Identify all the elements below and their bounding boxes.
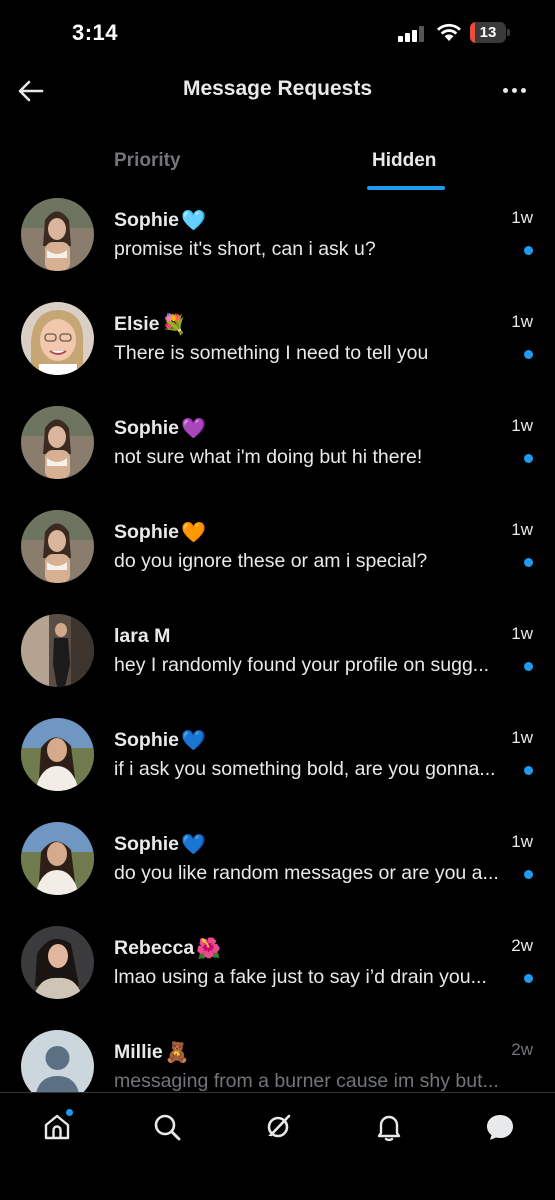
name-emoji: 💙 <box>181 728 206 752</box>
active-tab-indicator <box>367 186 445 190</box>
message-preview: messaging from a burner cause im shy but… <box>114 1070 499 1092</box>
messages-icon <box>487 1115 513 1140</box>
avatar[interactable] <box>21 406 94 479</box>
sender-name: Sophie <box>114 416 180 439</box>
conversation-row[interactable]: Sophie 🩵 1w promise it's short, can i ask… <box>0 192 555 296</box>
wifi-icon <box>436 22 462 42</box>
sender-name: Sophie <box>114 832 180 855</box>
timestamp: 1w <box>511 520 533 539</box>
conversation-row[interactable]: Sophie 💙 1w if i ask you something bold, … <box>0 712 555 816</box>
more-horizontal-icon <box>502 87 508 93</box>
conversation-list: Sophie 🩵 1w promise it's short, can i ask… <box>0 192 555 1092</box>
name-emoji: 💜 <box>181 416 206 440</box>
timestamp: 2w <box>511 1040 533 1059</box>
conversation-row[interactable]: lara M 1w hey I randomly found your prof… <box>0 608 555 712</box>
avatar[interactable] <box>21 926 94 999</box>
nav-notifications[interactable] <box>369 1107 409 1147</box>
battery-percent: 13 <box>479 24 497 41</box>
unread-indicator <box>524 766 533 775</box>
timestamp: 1w <box>511 208 533 227</box>
unread-indicator <box>524 662 533 671</box>
name-emoji: 🌺 <box>196 936 222 960</box>
avatar[interactable] <box>21 510 94 583</box>
cellular-signal-icon <box>398 26 426 42</box>
name-emoji: 🩵 <box>181 208 206 232</box>
message-preview: if i ask you something bold, are you gon… <box>114 758 496 780</box>
sender-name: Millie <box>114 1040 163 1063</box>
unread-indicator <box>524 454 533 463</box>
unread-indicator <box>524 350 533 359</box>
grok-icon <box>263 1114 291 1142</box>
sender-name: Elsie <box>114 312 160 335</box>
tab-bar: Priority Hidden <box>0 136 555 192</box>
conversation-row[interactable]: Millie 🧸 2w messaging from a burner cause… <box>0 1024 555 1092</box>
nav-search[interactable] <box>147 1107 187 1147</box>
unread-indicator <box>524 974 533 983</box>
timestamp: 1w <box>511 416 533 435</box>
avatar[interactable] <box>21 822 94 895</box>
timestamp: 1w <box>511 624 533 643</box>
search-icon <box>154 1114 181 1141</box>
conversation-row[interactable]: Sophie 🧡 1w do you ignore these or am i s… <box>0 504 555 608</box>
tab-hidden[interactable]: Hidden <box>372 150 436 172</box>
bottom-navigation <box>0 1092 555 1200</box>
avatar[interactable] <box>21 614 94 687</box>
sender-name: Sophie <box>114 208 180 231</box>
name-emoji: 🧡 <box>181 520 206 544</box>
status-time: 3:14 <box>72 20 119 45</box>
name-emoji: 💐 <box>161 312 187 336</box>
timestamp: 1w <box>511 728 533 747</box>
timestamp: 1w <box>511 312 533 331</box>
message-preview: hey I randomly found your profile on sug… <box>114 654 490 676</box>
sender-name: Sophie <box>114 728 180 751</box>
conversation-row[interactable]: Elsie 💐 1w There is something I need to t… <box>0 296 555 400</box>
timestamp: 2w <box>511 936 533 955</box>
bell-icon <box>377 1115 401 1142</box>
sender-name: lara M <box>114 624 171 647</box>
timestamp: 1w <box>511 832 533 851</box>
message-preview: do you like random messages or are you a… <box>114 862 499 884</box>
avatar[interactable] <box>21 198 94 271</box>
message-preview: promise it's short, can i ask u? <box>114 238 376 260</box>
avatar[interactable] <box>21 302 94 375</box>
conversation-row[interactable]: Rebecca 🌺 2w lmao using a fake just to sa… <box>0 920 555 1024</box>
message-preview: lmao using a fake just to say i’d drain … <box>114 966 487 988</box>
nav-messages[interactable] <box>480 1107 520 1147</box>
unread-indicator <box>524 246 533 255</box>
home-icon <box>44 1114 70 1140</box>
avatar[interactable] <box>21 718 94 791</box>
page-title: Message Requests <box>182 77 373 100</box>
status-bar: 3:14 13 <box>0 0 555 66</box>
unread-indicator <box>524 870 533 879</box>
header: Message Requests <box>0 66 555 114</box>
notification-badge <box>66 1109 73 1116</box>
unread-indicator <box>524 558 533 567</box>
conversation-row[interactable]: Sophie 💜 1w not sure what i'm doing but h… <box>0 400 555 504</box>
sender-name: Rebecca <box>114 936 195 959</box>
nav-grok[interactable] <box>258 1107 298 1147</box>
message-preview: do you ignore these or am i special? <box>114 550 428 572</box>
message-preview: There is something I need to tell you <box>114 342 429 364</box>
more-options-button[interactable] <box>499 78 529 102</box>
name-emoji: 💙 <box>181 832 206 856</box>
tab-priority[interactable]: Priority <box>114 150 181 172</box>
message-preview: not sure what i'm doing but hi there! <box>114 446 423 468</box>
sender-name: Sophie <box>114 520 180 543</box>
default-avatar-icon[interactable] <box>21 1030 94 1092</box>
nav-home[interactable] <box>37 1107 77 1147</box>
battery-indicator: 13 <box>470 22 510 43</box>
conversation-row[interactable]: Sophie 💙 1w do you like random messages o… <box>0 816 555 920</box>
name-emoji: 🧸 <box>164 1040 190 1064</box>
